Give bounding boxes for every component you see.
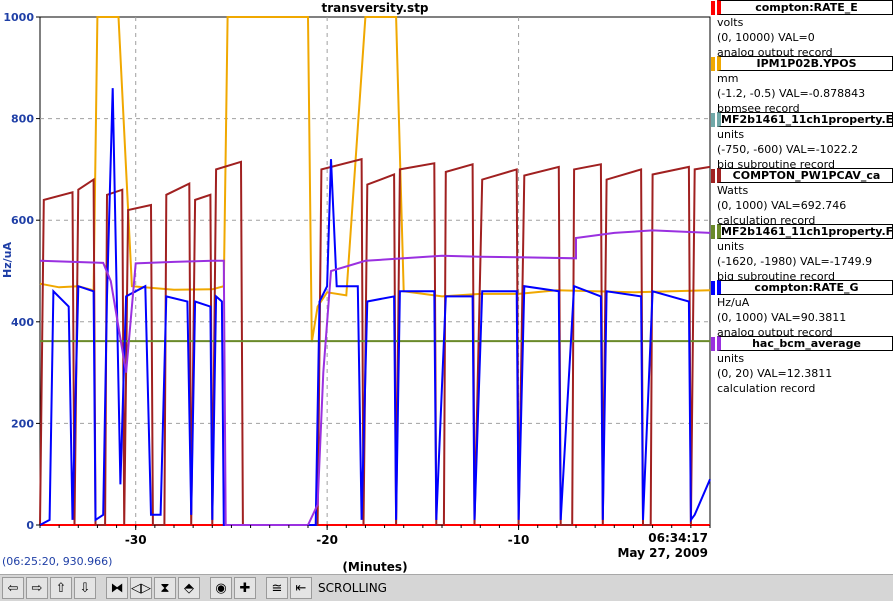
y-tick-label: 200 (11, 417, 34, 430)
legend-unit: units (717, 240, 745, 253)
legend-name[interactable]: compton:RATE_E (717, 0, 893, 15)
legend-range: (0, 10000) VAL=0 (717, 31, 815, 44)
arrow-up-icon[interactable]: ⇧ (50, 577, 72, 599)
legend-unit: units (717, 352, 745, 365)
legend-name[interactable]: IPM1P02B.YPOS (717, 56, 893, 71)
legend-unit: mm (717, 72, 739, 85)
legend-range: (-750, -600) VAL=-1022.2 (717, 143, 859, 156)
scrolling-status: SCROLLING (318, 581, 387, 595)
legend-swatch (711, 336, 715, 351)
x-tick-label: -30 (125, 533, 147, 547)
y-tick-label: 0 (26, 519, 34, 532)
legend-entry[interactable]: compton:RATE_G Hz/uA (0, 1000) VAL=90.3811… (711, 280, 893, 340)
legend-name[interactable]: MF2b1461_11ch1property.E (717, 112, 893, 127)
x-tick-label: -10 (508, 533, 530, 547)
legend-entry[interactable]: MF2b1461_11ch1property.E units (-750, -600… (711, 112, 893, 172)
y-axis-label: Hz/uA (1, 242, 14, 278)
legend-record: calculation record (717, 382, 816, 395)
auto-scale-icon[interactable]: ≅ (266, 577, 288, 599)
legend-range: (-1620, -1980) VAL=-1749.9 (717, 255, 873, 268)
legend-swatch (711, 168, 715, 183)
arrow-right-icon[interactable]: ⇨ (26, 577, 48, 599)
legend-swatch (711, 112, 715, 127)
legend-range: (0, 1000) VAL=90.3811 (717, 311, 847, 324)
arrow-down-icon[interactable]: ⇩ (74, 577, 96, 599)
zoom-out-y-icon[interactable]: ⬘ (178, 577, 200, 599)
x-axis-label: (Minutes) (342, 560, 407, 574)
date-label: May 27, 2009 (617, 546, 708, 560)
legend-unit: Hz/uA (717, 296, 750, 309)
legend-name[interactable]: MF2b1461_11ch1property.F (717, 224, 893, 239)
legend-range: (-1.2, -0.5) VAL=-0.878843 (717, 87, 866, 100)
legend-unit: units (717, 128, 745, 141)
legend-entry[interactable]: COMPTON_PW1PCAV_ca Watts (0, 1000) VAL=692… (711, 168, 893, 228)
scroll-end-icon[interactable]: ⇤ (290, 577, 312, 599)
cursor-coordinates: (06:25:20, 930.966) (2, 555, 113, 568)
legend-range: (0, 20) VAL=12.3811 (717, 367, 833, 380)
crosshair-icon[interactable]: ✚ (234, 577, 256, 599)
zoom-out-x-icon[interactable]: ◁▷ (130, 577, 152, 599)
x-axis: -30 -20 -10 (39, 525, 711, 547)
zoom-in-x-icon[interactable]: ⧓ (106, 577, 128, 599)
y-tick-label: 800 (11, 113, 34, 126)
legend-name[interactable]: hac_bcm_average (717, 336, 893, 351)
legend-name[interactable]: COMPTON_PW1PCAV_ca (717, 168, 893, 183)
legend-unit: volts (717, 16, 744, 29)
legend-swatch (711, 0, 715, 15)
y-tick-label: 1000 (3, 11, 34, 24)
legend-entry[interactable]: hac_bcm_average units (0, 20) VAL=12.3811 c… (711, 336, 893, 396)
y-tick-label: 600 (11, 214, 34, 227)
time-label: 06:34:17 (648, 531, 708, 545)
chart-title: transversity.stp (321, 1, 428, 15)
legend-swatch (711, 56, 715, 71)
legend-name[interactable]: compton:RATE_G (717, 280, 893, 295)
legend-unit: Watts (717, 184, 749, 197)
plot-area[interactable] (39, 16, 711, 526)
legend-entry[interactable]: IPM1P02B.YPOS mm (-1.2, -0.5) VAL=-0.87884… (711, 56, 893, 116)
legend-entry[interactable]: compton:RATE_E volts (0, 10000) VAL=0 analo… (711, 0, 893, 60)
legend-range: (0, 1000) VAL=692.746 (717, 199, 847, 212)
center-icon[interactable]: ◉ (210, 577, 232, 599)
arrow-left-icon[interactable]: ⇦ (2, 577, 24, 599)
legend-entry[interactable]: MF2b1461_11ch1property.F units (-1620, -19… (711, 224, 893, 284)
legend-swatch (711, 224, 715, 239)
zoom-in-y-icon[interactable]: ⧗ (154, 577, 176, 599)
toolbar: ⇦ ⇨ ⇧ ⇩ ⧓ ◁▷ ⧗ ⬘ ◉ ✚ ≅ ⇤ SCROLLING (0, 574, 893, 601)
legend-swatch (711, 280, 715, 295)
x-tick-label: -20 (316, 533, 338, 547)
legend: compton:RATE_E volts (0, 10000) VAL=0 analo… (711, 0, 893, 400)
y-tick-label: 400 (11, 316, 34, 329)
